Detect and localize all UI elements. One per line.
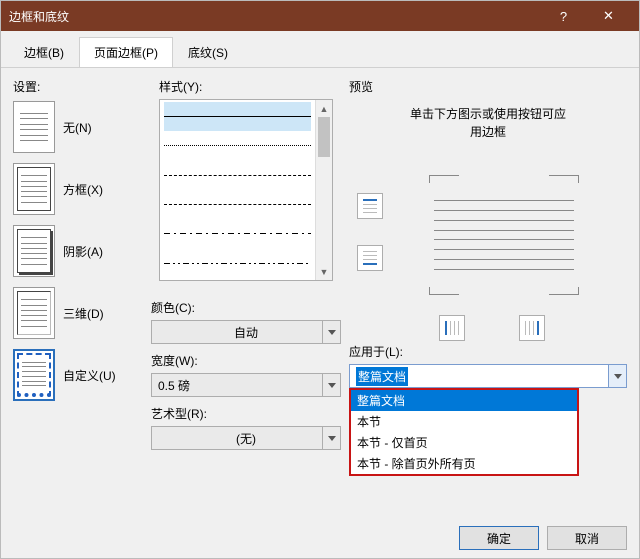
titlebar: 边框和底纹 ? ✕ bbox=[1, 1, 639, 31]
ok-button[interactable]: 确定 bbox=[459, 526, 539, 550]
setting-none[interactable]: 无(N) bbox=[13, 101, 143, 153]
width-value: 0.5 磅 bbox=[158, 377, 190, 394]
setting-custom-icon bbox=[13, 349, 55, 401]
border-left-button[interactable] bbox=[439, 315, 465, 341]
style-listbox[interactable]: ▲ ▼ bbox=[159, 99, 333, 281]
border-bottom-button[interactable] bbox=[357, 245, 383, 271]
dialog-footer: 确定 取消 bbox=[459, 526, 627, 550]
apply-to-value: 整篇文档 bbox=[356, 367, 408, 386]
setting-box[interactable]: 方框(X) bbox=[13, 163, 143, 215]
art-combo[interactable]: (无) bbox=[151, 426, 341, 450]
setting-shadow-icon bbox=[13, 225, 55, 277]
tab-border[interactable]: 边框(B) bbox=[9, 37, 79, 67]
apply-option-3[interactable]: 本节 - 除首页外所有页 bbox=[351, 453, 577, 474]
setting-3d-icon bbox=[13, 287, 55, 339]
style-option-solid[interactable] bbox=[164, 102, 311, 131]
apply-option-1[interactable]: 本节 bbox=[351, 411, 577, 432]
color-value: 自动 bbox=[234, 324, 258, 341]
chevron-down-icon bbox=[322, 427, 340, 449]
help-button[interactable]: ? bbox=[541, 1, 586, 31]
tab-page-border[interactable]: 页面边框(P) bbox=[79, 37, 173, 67]
color-combo[interactable]: 自动 bbox=[151, 320, 341, 344]
tab-shading[interactable]: 底纹(S) bbox=[173, 37, 243, 67]
apply-to-label: 应用于(L): bbox=[349, 343, 627, 360]
window-title: 边框和底纹 bbox=[9, 8, 541, 25]
preview-column: 预览 单击下方图示或使用按钮可应用边框 bbox=[349, 78, 627, 450]
apply-option-0[interactable]: 整篇文档 bbox=[351, 390, 577, 411]
cancel-button[interactable]: 取消 bbox=[547, 526, 627, 550]
art-label: 艺术型(R): bbox=[151, 405, 341, 422]
apply-option-2[interactable]: 本节 - 仅首页 bbox=[351, 432, 577, 453]
style-label: 样式(Y): bbox=[159, 78, 333, 95]
tab-bar: 边框(B) 页面边框(P) 底纹(S) bbox=[1, 31, 639, 68]
apply-to-combo[interactable]: 整篇文档 整篇文档 本节 本节 - 仅首页 本节 - 除首页外所有页 bbox=[349, 364, 627, 388]
style-option-dashed2[interactable] bbox=[164, 190, 311, 219]
setting-3d-label: 三维(D) bbox=[63, 305, 104, 322]
dialog-window: 边框和底纹 ? ✕ 边框(B) 页面边框(P) 底纹(S) 设置: 无(N) 方… bbox=[0, 0, 640, 559]
style-option-dashdotdot[interactable] bbox=[164, 249, 311, 278]
preview-hint: 单击下方图示或使用按钮可应用边框 bbox=[349, 105, 627, 141]
setting-box-label: 方框(X) bbox=[63, 181, 103, 198]
preview-page[interactable] bbox=[419, 175, 589, 295]
border-right-button[interactable] bbox=[519, 315, 545, 341]
setting-none-icon bbox=[13, 101, 55, 153]
setting-box-icon bbox=[13, 163, 55, 215]
preview-label: 预览 bbox=[349, 78, 627, 95]
content-area: 设置: 无(N) 方框(X) 阴影(A) 三维(D) 自定义(U) bbox=[1, 68, 639, 498]
scroll-up-icon[interactable]: ▲ bbox=[316, 100, 332, 117]
settings-label: 设置: bbox=[13, 78, 143, 95]
apply-to-dropdown: 整篇文档 本节 本节 - 仅首页 本节 - 除首页外所有页 bbox=[349, 388, 579, 476]
style-option-dotted[interactable] bbox=[164, 131, 311, 160]
chevron-down-icon bbox=[608, 365, 626, 387]
style-option-dashed[interactable] bbox=[164, 161, 311, 190]
setting-3d[interactable]: 三维(D) bbox=[13, 287, 143, 339]
scroll-down-icon[interactable]: ▼ bbox=[316, 263, 332, 280]
settings-column: 设置: 无(N) 方框(X) 阴影(A) 三维(D) 自定义(U) bbox=[13, 78, 143, 450]
style-option-dashdot[interactable] bbox=[164, 219, 311, 248]
width-label: 宽度(W): bbox=[151, 352, 341, 369]
chevron-down-icon bbox=[322, 374, 340, 396]
setting-none-label: 无(N) bbox=[63, 119, 92, 136]
width-combo[interactable]: 0.5 磅 bbox=[151, 373, 341, 397]
border-top-button[interactable] bbox=[357, 193, 383, 219]
setting-custom-label: 自定义(U) bbox=[63, 367, 116, 384]
art-value: (无) bbox=[236, 430, 256, 447]
style-scrollbar[interactable]: ▲ ▼ bbox=[315, 100, 332, 280]
close-button[interactable]: ✕ bbox=[586, 1, 631, 31]
setting-shadow-label: 阴影(A) bbox=[63, 243, 103, 260]
color-label: 颜色(C): bbox=[151, 299, 341, 316]
setting-shadow[interactable]: 阴影(A) bbox=[13, 225, 143, 277]
chevron-down-icon bbox=[322, 321, 340, 343]
setting-custom[interactable]: 自定义(U) bbox=[13, 349, 143, 401]
style-column: 样式(Y): ▲ ▼ bbox=[151, 78, 341, 450]
preview-area bbox=[349, 157, 627, 337]
